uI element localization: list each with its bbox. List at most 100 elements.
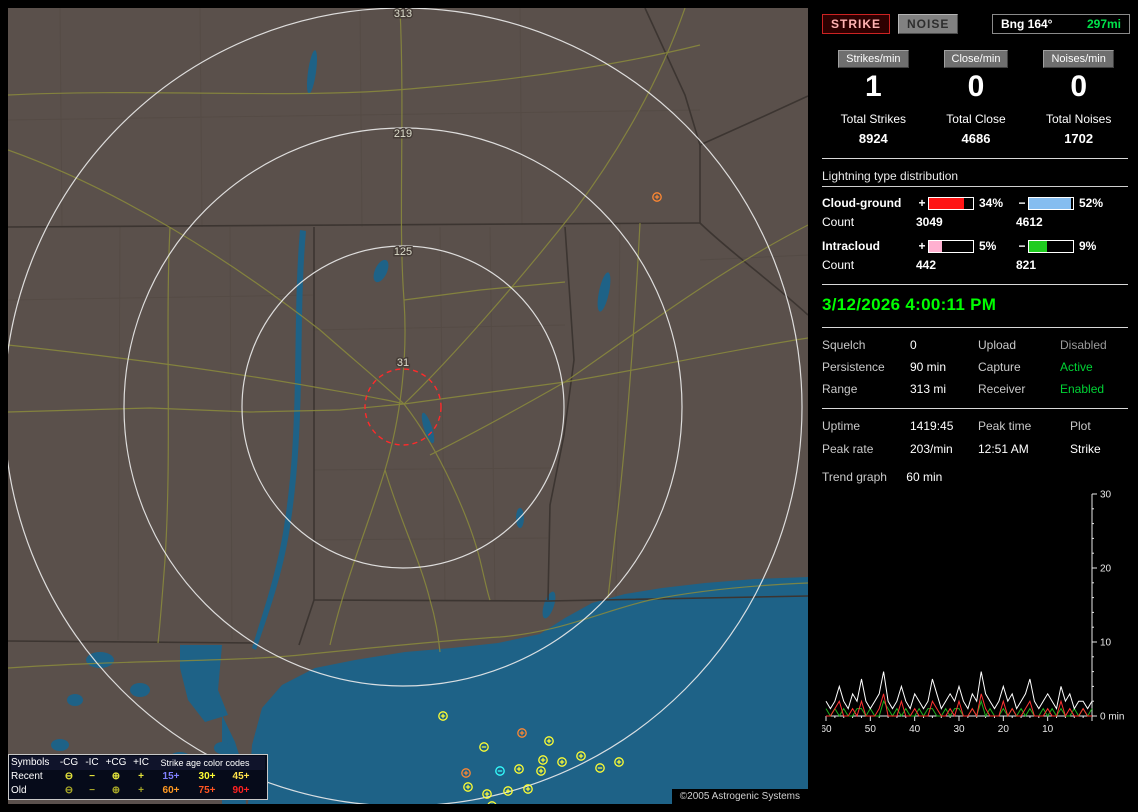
age-15: 15+ <box>162 771 180 782</box>
map-legend: Symbols -CG -IC +CG +IC Strike age color… <box>8 754 268 800</box>
svg-text:125: 125 <box>394 246 412 258</box>
peak-rate-label: Peak rate <box>822 442 874 456</box>
total-close-value: 4686 <box>961 131 991 146</box>
capture-status: Active <box>1060 360 1093 374</box>
minus-sign: − <box>1018 239 1026 253</box>
age-30: 30+ <box>198 771 216 782</box>
total-noises-value: 1702 <box>1064 131 1094 146</box>
cg-positive-pct: 34% <box>979 196 1004 210</box>
squelch-label: Squelch <box>822 338 866 352</box>
uptime-label: Uptime <box>822 419 861 433</box>
count-label: Count <box>822 258 855 272</box>
ic-positive-count: 442 <box>916 258 937 272</box>
separator <box>822 408 1128 409</box>
map-canvas[interactable]: 313 219 125 31 <box>8 8 808 804</box>
separator <box>822 284 1128 285</box>
legend-col-pcg: +CG <box>105 757 127 768</box>
rates-section: Strikes/min 1 Total Strikes 8924 Close/m… <box>822 50 1130 146</box>
uptime-value: 1419:45 <box>910 419 954 433</box>
uptime-grid: Uptime 1419:45 Peak time Plot Peak rate … <box>822 419 1130 456</box>
svg-text:40: 40 <box>909 724 921 735</box>
intracloud-label: Intracloud <box>822 239 881 253</box>
trend-graph: 30 20 10 0 min 60 50 40 30 20 10 <box>822 490 1124 736</box>
trend-window-value: 60 min <box>906 470 943 484</box>
persistence-label: Persistence <box>822 360 885 374</box>
ic-positive-bar <box>928 239 974 253</box>
copyright-text: ©2005 Astrogenic Systems <box>671 789 808 804</box>
svg-text:60: 60 <box>822 724 832 735</box>
legend-col-ncg: -CG <box>59 757 79 768</box>
bearing-readout: Bng 164° 297mi <box>992 14 1130 34</box>
old-pic-icon: + <box>138 785 144 796</box>
svg-text:30: 30 <box>953 724 965 735</box>
count-label: Count <box>822 215 855 229</box>
ic-positive-pct: 5% <box>979 239 997 253</box>
minus-sign: − <box>1018 196 1026 210</box>
old-pcg-icon: ⊕ <box>111 785 121 796</box>
noises-per-min-value: 0 <box>1070 70 1087 103</box>
legend-old-label: Old <box>11 785 27 796</box>
strikes-per-min-button[interactable]: Strikes/min <box>838 50 909 68</box>
cg-negative-pct: 52% <box>1079 196 1104 210</box>
svg-text:50: 50 <box>865 724 877 735</box>
peak-rate-value: 203/min <box>910 442 953 456</box>
ic-negative-pct: 9% <box>1079 239 1097 253</box>
svg-text:219: 219 <box>394 128 412 140</box>
ic-negative-bar <box>1028 239 1074 253</box>
noise-indicator-button[interactable]: NOISE <box>898 14 959 34</box>
receiver-status: Enabled <box>1060 382 1105 396</box>
close-per-min-button[interactable]: Close/min <box>943 50 1009 68</box>
legend-col-pic: +IC <box>133 757 149 768</box>
plus-sign: + <box>918 196 926 210</box>
total-strikes-label: Total Strikes <box>840 112 906 126</box>
persistence-value: 90 min <box>910 360 947 374</box>
cloud-ground-label: Cloud-ground <box>822 196 902 210</box>
datetime-display: 3/12/2026 4:00:11 PM <box>822 295 997 314</box>
svg-text:31: 31 <box>397 357 409 369</box>
noises-per-min-button[interactable]: Noises/min <box>1043 50 1114 68</box>
peak-time-label: Peak time <box>978 419 1032 433</box>
range-label: Range <box>822 382 858 396</box>
age-60: 60+ <box>162 785 180 796</box>
age-45: 45+ <box>232 771 250 782</box>
peak-time-value: 12:51 AM <box>978 442 1029 456</box>
svg-text:20: 20 <box>1100 564 1112 575</box>
plot-label: Plot <box>1070 419 1091 433</box>
settings-grid: Squelch 0 Upload Disabled Persistence 90… <box>822 338 1130 396</box>
total-noises-label: Total Noises <box>1045 112 1112 126</box>
ic-negative-count: 821 <box>1016 258 1037 272</box>
receiver-label: Receiver <box>978 382 1026 396</box>
status-panel: STRIKE NOISE Bng 164° 297mi Strikes/min … <box>816 8 1132 804</box>
age-90: 90+ <box>232 785 250 796</box>
svg-text:0 min: 0 min <box>1100 712 1124 723</box>
svg-text:30: 30 <box>1100 490 1112 501</box>
intracloud-count-row: Count 442 821 <box>822 258 1130 272</box>
trend-header: Trend graph 60 min <box>822 470 1130 484</box>
strike-map[interactable]: 313 219 125 31 Symbols -CG -IC +CG +IC Stri… <box>8 8 808 804</box>
svg-text:10: 10 <box>1100 638 1112 649</box>
upload-status: Disabled <box>1060 338 1107 352</box>
strike-indicator-button[interactable]: STRIKE <box>822 14 891 34</box>
distribution-title: Lightning type distribution <box>822 169 1128 187</box>
noises-column: Noises/min 0 Total Noises 1702 <box>1027 50 1130 146</box>
legend-recent-label: Recent <box>11 771 43 782</box>
bearing-value: Bng 164° <box>1001 17 1053 31</box>
lightning-detector-app: 313 219 125 31 Symbols -CG -IC +CG +IC Stri… <box>0 0 1138 812</box>
total-close-label: Total Close <box>946 112 1006 126</box>
close-per-min-value: 0 <box>967 70 985 103</box>
close-column: Close/min 0 Total Close 4686 <box>925 50 1028 146</box>
old-ncg-icon: ⊖ <box>64 785 74 796</box>
trend-graph-label: Trend graph <box>822 470 887 484</box>
intracloud-row: Intracloud + 5% − 9% <box>822 239 1130 253</box>
cg-positive-bar <box>928 196 974 210</box>
recent-nic-icon: − <box>89 771 95 782</box>
cg-positive-count: 3049 <box>916 215 943 229</box>
capture-label: Capture <box>978 360 1021 374</box>
old-nic-icon: − <box>89 785 95 796</box>
separator <box>822 327 1128 328</box>
range-value: 313 mi <box>910 382 947 396</box>
cloud-ground-row: Cloud-ground + 34% − 52% <box>822 196 1130 210</box>
squelch-value: 0 <box>910 338 917 352</box>
plot-value: Strike <box>1070 442 1101 456</box>
svg-text:313: 313 <box>394 8 412 20</box>
